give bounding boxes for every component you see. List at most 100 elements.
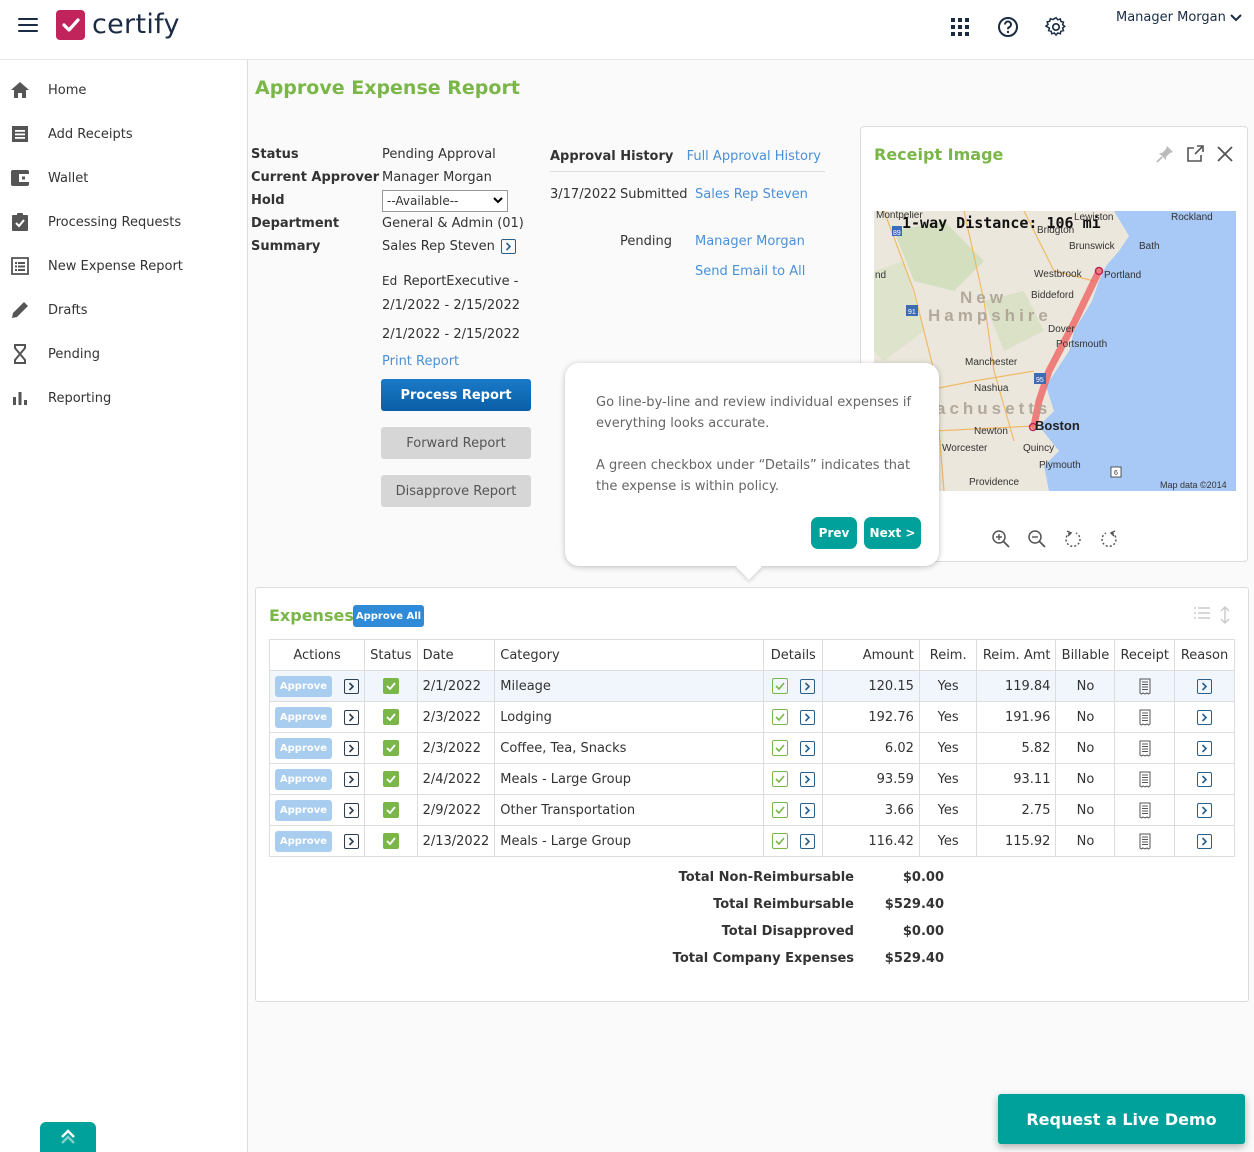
receipt-document-icon[interactable] xyxy=(1139,802,1151,819)
svg-text:Manchester: Manchester xyxy=(965,357,1018,368)
expand-row-button[interactable] xyxy=(344,833,360,849)
expand-row-button[interactable] xyxy=(344,709,360,725)
reason-expand-button[interactable] xyxy=(1197,740,1212,756)
chevron-down-icon xyxy=(1230,13,1242,21)
receipt-document-icon[interactable] xyxy=(1139,709,1151,726)
reason-expand-button[interactable] xyxy=(1197,709,1212,725)
policy-check-icon[interactable] xyxy=(771,709,788,725)
pin-icon[interactable] xyxy=(1155,144,1175,164)
details-expand-button[interactable] xyxy=(799,802,815,818)
receipt-document-icon[interactable] xyxy=(1139,678,1151,695)
print-report-link[interactable]: Print Report xyxy=(382,348,520,375)
chevron-right-icon xyxy=(1201,774,1208,784)
rotate-left-icon[interactable] xyxy=(1063,529,1083,549)
zoom-out-icon[interactable] xyxy=(1027,529,1047,549)
request-demo-button[interactable]: Request a Live Demo xyxy=(998,1094,1245,1144)
table-row[interactable]: Approve 2/9/2022 Other Transportation 3.… xyxy=(268,794,1235,826)
sort-icon[interactable] xyxy=(1220,605,1230,628)
reason-cell xyxy=(1174,701,1235,733)
approve-button[interactable]: Approve xyxy=(275,737,332,759)
user-menu[interactable]: Manager Morgan xyxy=(1116,10,1242,25)
summary-expand-button[interactable] xyxy=(500,239,516,254)
column-header-billable[interactable]: Billable xyxy=(1055,639,1116,671)
approval-person-link[interactable]: Manager Morgan xyxy=(695,234,805,249)
expand-row-button[interactable] xyxy=(344,771,360,787)
receipt-document-icon[interactable] xyxy=(1139,771,1151,788)
table-row[interactable]: Approve 2/3/2022 Lodging 192.76 Yes 191.… xyxy=(268,701,1235,733)
disapprove-report-button[interactable]: Disapprove Report xyxy=(381,475,531,507)
send-email-to-all-link[interactable]: Send Email to All xyxy=(695,264,805,279)
tooltip-next-button[interactable]: Next > xyxy=(864,517,921,549)
sidebar-item-pending[interactable]: Pending xyxy=(0,332,247,376)
details-expand-button[interactable] xyxy=(799,678,815,694)
rotate-right-icon[interactable] xyxy=(1099,529,1119,549)
approve-button[interactable]: Approve xyxy=(275,830,332,852)
sidebar-item-wallet[interactable]: Wallet xyxy=(0,156,247,200)
receipt-document-icon[interactable] xyxy=(1139,833,1151,850)
table-row[interactable]: Approve 2/1/2022 Mileage 120.15 Yes 119.… xyxy=(268,670,1235,702)
column-header-actions[interactable]: Actions xyxy=(268,639,366,671)
approve-button[interactable]: Approve xyxy=(275,706,332,728)
reason-expand-button[interactable] xyxy=(1197,802,1212,818)
table-row[interactable]: Approve 2/13/2022 Meals - Large Group 11… xyxy=(268,825,1235,857)
help-icon[interactable] xyxy=(996,15,1020,39)
details-expand-button[interactable] xyxy=(799,740,815,756)
policy-check-icon[interactable] xyxy=(771,740,788,756)
column-header-details[interactable]: Details xyxy=(763,639,824,671)
table-row[interactable]: Approve 2/3/2022 Coffee, Tea, Snacks 6.0… xyxy=(268,732,1235,764)
policy-check-icon[interactable] xyxy=(771,833,788,849)
sidebar-item-drafts[interactable]: Drafts xyxy=(0,288,247,332)
full-approval-history-link[interactable]: Full Approval History xyxy=(687,149,821,164)
svg-text:89: 89 xyxy=(893,230,901,237)
tooltip-prev-button[interactable]: Prev xyxy=(811,517,857,549)
svg-text:Dover: Dover xyxy=(1048,324,1075,335)
expand-row-button[interactable] xyxy=(344,678,360,694)
approval-person-link[interactable]: Sales Rep Steven xyxy=(695,187,808,202)
reason-expand-button[interactable] xyxy=(1197,771,1212,787)
column-header-date[interactable]: Date xyxy=(416,639,496,671)
column-header-category[interactable]: Category xyxy=(494,639,765,671)
open-external-icon[interactable] xyxy=(1185,144,1205,164)
reason-expand-button[interactable] xyxy=(1197,833,1212,849)
policy-check-icon[interactable] xyxy=(771,802,788,818)
approve-button[interactable]: Approve xyxy=(275,799,332,821)
receipt-document-icon[interactable] xyxy=(1139,740,1151,757)
close-icon[interactable] xyxy=(1215,144,1235,164)
sidebar-item-add-receipts[interactable]: Add Receipts xyxy=(0,112,247,156)
apps-grid-icon[interactable] xyxy=(948,15,972,39)
forward-report-button[interactable]: Forward Report xyxy=(381,427,531,459)
reason-expand-button[interactable] xyxy=(1197,678,1212,694)
approve-all-button[interactable]: Approve All xyxy=(353,605,424,627)
process-report-button[interactable]: Process Report xyxy=(381,379,531,411)
details-expand-button[interactable] xyxy=(799,771,815,787)
details-expand-button[interactable] xyxy=(799,833,815,849)
expand-row-button[interactable] xyxy=(344,740,360,756)
column-header-status[interactable]: Status xyxy=(364,639,418,671)
column-header-reim[interactable]: Reim. xyxy=(918,639,978,671)
status-cell xyxy=(364,732,418,764)
expand-row-button[interactable] xyxy=(344,802,360,818)
sidebar-item-new-expense-report[interactable]: New Expense Report xyxy=(0,244,247,288)
sidebar-item-processing-requests[interactable]: Processing Requests xyxy=(0,200,247,244)
column-header-reim-amt[interactable]: Reim. Amt xyxy=(976,639,1057,671)
approve-button[interactable]: Approve xyxy=(275,675,332,697)
column-header-amount[interactable]: Amount xyxy=(822,639,920,671)
column-header-reason[interactable]: Reason xyxy=(1174,639,1235,671)
scroll-to-top-button[interactable] xyxy=(40,1122,96,1152)
table-row[interactable]: Approve 2/4/2022 Meals - Large Group 93.… xyxy=(268,763,1235,795)
details-expand-button[interactable] xyxy=(799,709,815,725)
double-chevron-up-icon xyxy=(61,1129,75,1144)
approve-button[interactable]: Approve xyxy=(275,768,332,790)
sidebar-item-home[interactable]: Home xyxy=(0,68,247,112)
zoom-in-icon[interactable] xyxy=(991,529,1011,549)
menu-icon[interactable] xyxy=(18,18,38,34)
reim-cell: Yes xyxy=(918,825,978,857)
column-header-receipt[interactable]: Receipt xyxy=(1114,639,1176,671)
hold-select[interactable]: --Available-- xyxy=(382,189,508,212)
policy-check-icon[interactable] xyxy=(771,771,788,787)
list-view-icon[interactable] xyxy=(1194,606,1210,628)
policy-check-icon[interactable] xyxy=(771,678,788,694)
logo[interactable]: certify xyxy=(56,10,180,40)
gear-icon[interactable] xyxy=(1044,15,1068,39)
sidebar-item-reporting[interactable]: Reporting xyxy=(0,376,247,420)
